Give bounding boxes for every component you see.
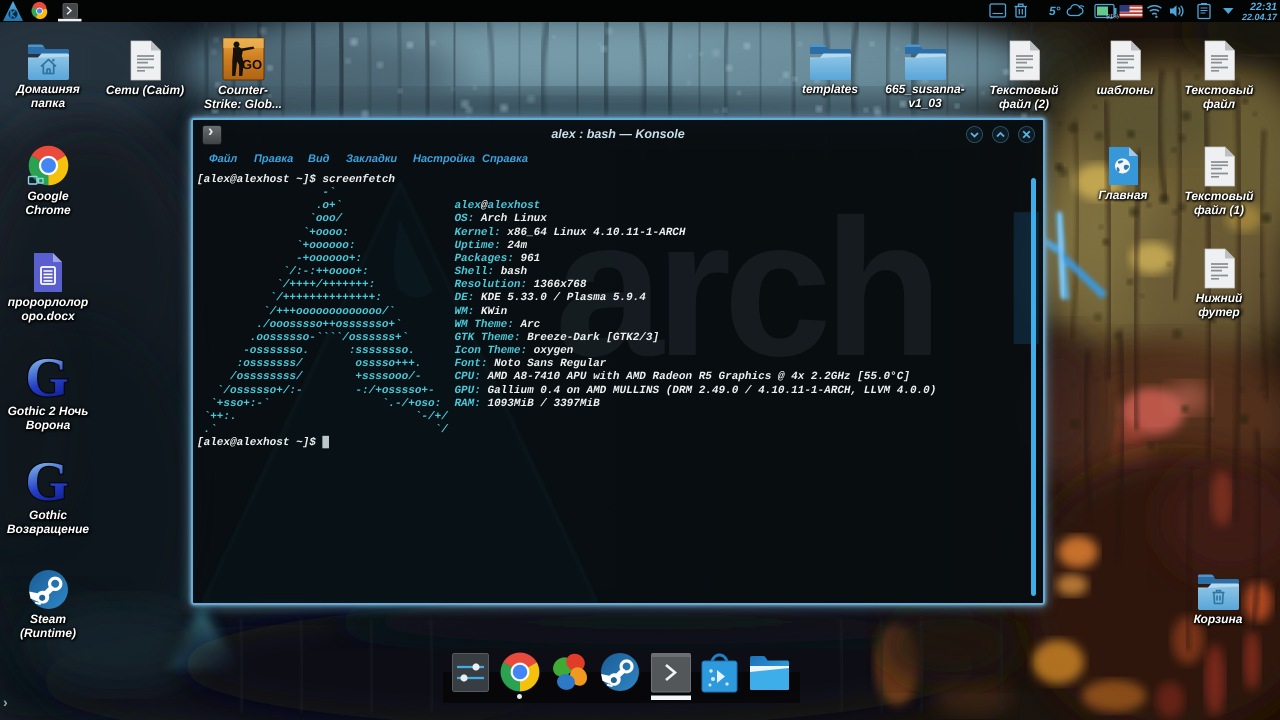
svg-text:GO: GO	[241, 57, 261, 72]
svg-text:G: G	[25, 457, 69, 506]
svg-text:91%: 91%	[1106, 14, 1119, 21]
svg-text:G: G	[25, 353, 69, 402]
svg-text:5°: 5°	[1049, 4, 1061, 18]
svg-text:22.04.17: 22.04.17	[1241, 12, 1278, 22]
